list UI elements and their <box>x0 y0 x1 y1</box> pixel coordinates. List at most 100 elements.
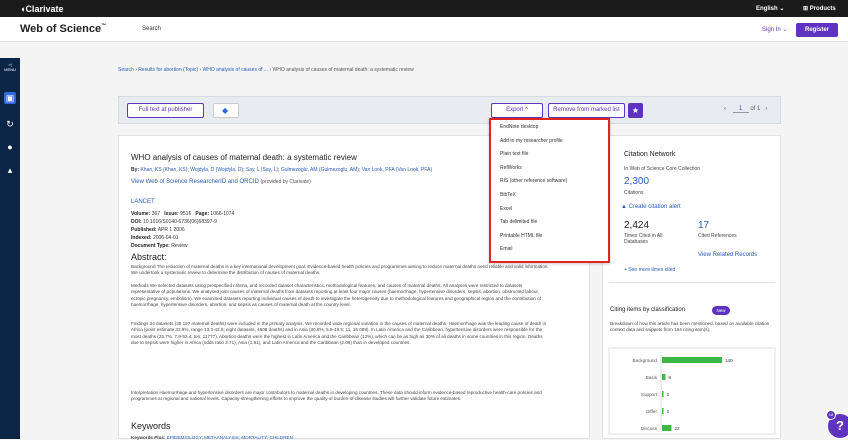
export-menu: EndNote desktop Add to my researcher prof… <box>489 118 610 263</box>
search-link[interactable]: Search <box>142 26 161 32</box>
export-option[interactable]: Printable HTML file <box>500 233 542 239</box>
times-cited-count: 2,424 <box>624 220 650 231</box>
export-option[interactable]: BibTeX <box>500 192 516 198</box>
category-label: Discuss <box>641 426 658 431</box>
classification-chart: Background 140 Basis 8 Support 2 Differ 2 Discus… <box>608 347 776 435</box>
bar[interactable] <box>662 374 666 380</box>
journal-link[interactable]: LANCET <box>131 199 155 205</box>
next-page-icon[interactable]: › <box>765 106 767 112</box>
export-option[interactable]: Tab delimited file <box>500 219 537 225</box>
sign-in-menu[interactable]: Sign In ⌄ <box>762 26 787 33</box>
citation-network-subtitle: In Web of Science Core Collection <box>624 166 701 172</box>
keyword-links[interactable]: EPIDEMIOLOGY; METAANALYSIS; MORTALITY; C… <box>167 435 293 440</box>
publisher-link-button[interactable]: ◆ <box>213 103 239 118</box>
bell-icon[interactable]: ▴ <box>4 164 16 176</box>
record-toolbar: Full text at publisher ◆ Export ^ Remove… <box>118 96 781 124</box>
author-link[interactable]: Van Look, PFA (Van Look, PFA) <box>362 167 432 173</box>
marked-list-icon[interactable]: ★ <box>628 103 643 118</box>
publisher-icon: ◆ <box>222 106 229 115</box>
clarivate-logo[interactable]: ◖Clarivate <box>20 4 63 14</box>
bar[interactable] <box>662 408 664 414</box>
bar[interactable] <box>662 357 722 363</box>
category-label: Background <box>632 358 657 363</box>
export-option[interactable]: Add to my researcher profile <box>500 138 563 144</box>
classification-title: Citing items by classification <box>610 307 686 313</box>
full-text-button[interactable]: Full text at publisher <box>127 103 204 118</box>
user-icon[interactable]: ● <box>4 141 16 153</box>
author-link[interactable]: Khan, KS (Khan, KS) <box>140 167 187 173</box>
abstract-interpretation: Interpretation Haemorrhage and hypertens… <box>131 390 542 402</box>
document-search-icon[interactable]: ▣ <box>4 92 16 104</box>
notification-badge: 18 <box>826 410 836 420</box>
indexed-line: Indexed: 2006-04-01 <box>131 235 179 241</box>
sidebar: >| MENU ▣ ↻ ● ▴ <box>0 58 20 439</box>
bar[interactable] <box>662 425 672 431</box>
grid-icon: ⊞ <box>803 6 809 12</box>
chevron-up-icon: ^ <box>525 107 528 113</box>
header: Web of Science™ Search Sign In ⌄ Registe… <box>0 17 848 42</box>
bar-value-label: 140 <box>725 358 733 363</box>
menu-toggle[interactable]: >| MENU <box>3 62 17 72</box>
chevron-down-icon: ⌄ <box>779 6 785 12</box>
doi-line: DOI: 10.1016/S0140-6736(06)68397-9 <box>131 219 217 225</box>
export-option[interactable]: RefWorks <box>500 165 522 171</box>
keywords-heading: Keywords <box>131 421 171 431</box>
create-alert-link[interactable]: ▲ Create citation alert <box>621 204 681 210</box>
cited-references-count[interactable]: 17 <box>698 220 709 231</box>
category-label: Support <box>641 392 658 397</box>
export-button[interactable]: Export ^ <box>491 103 543 118</box>
breadcrumb-analysis[interactable]: WHO analysis of causes of ... <box>203 67 269 73</box>
view-related-link[interactable]: View Related Records <box>698 252 757 258</box>
chevron-down-icon: ⌄ <box>782 27 788 33</box>
cited-references-label: Cited References <box>698 233 737 239</box>
register-button[interactable]: Register <box>796 23 838 37</box>
breadcrumb-current: WHO analysis of causes of maternal death… <box>272 67 414 73</box>
language-selector[interactable]: English ⌄ <box>756 5 784 12</box>
history-icon[interactable]: ↻ <box>4 118 16 130</box>
record-title: WHO analysis of causes of maternal death… <box>131 153 357 162</box>
view-orcid-link[interactable]: View Web of Science ResearcherID and ORC… <box>131 179 311 185</box>
keywords-plus: Keywords Plus: EPIDEMIOLOGY; METAANALYSI… <box>131 435 293 440</box>
citations-count[interactable]: 2,300 <box>624 176 649 187</box>
breadcrumb-search[interactable]: Search <box>118 67 134 73</box>
divider <box>609 282 775 283</box>
top-bar: ◖Clarivate English ⌄ ⊞ Products <box>0 0 848 17</box>
pagination: ‹ 1 of 1 › <box>724 106 768 113</box>
export-option[interactable]: Email <box>500 246 513 252</box>
author-link[interactable]: Gulmezoglu, AM (Gulmezoglu, AM) <box>281 167 359 173</box>
abstract-methods: Methods We selected datasets using presp… <box>131 283 541 308</box>
author-link[interactable]: Say, L (Say, L) <box>246 167 278 173</box>
breadcrumb-results[interactable]: Results for abortion (Topic) <box>138 67 198 73</box>
abstract-background: Background The reduction of maternal dea… <box>131 264 549 276</box>
export-option[interactable]: Plain text file <box>500 151 528 157</box>
export-option[interactable]: EndNote desktop <box>500 124 538 130</box>
citations-label: Citations <box>624 190 644 196</box>
new-badge: New <box>712 306 730 315</box>
abstract-heading: Abstract: <box>131 252 167 262</box>
export-option[interactable]: RIS (other reference software) <box>500 178 567 184</box>
classification-description: Breakdown of how this article has been m… <box>610 321 770 333</box>
bar-value-label: 22 <box>674 426 680 431</box>
page-input[interactable]: 1 <box>732 106 749 113</box>
abstract-findings: Findings 34 datasets (35 197 maternal de… <box>131 321 547 346</box>
times-cited-label: Times Cited in All Databases <box>624 233 663 245</box>
see-more-times-cited[interactable]: + See more times cited <box>624 267 675 273</box>
bell-icon: ▲ <box>621 204 627 210</box>
prev-page-icon[interactable]: ‹ <box>724 106 726 112</box>
export-option[interactable]: Excel <box>500 206 512 212</box>
citation-network-title: Citation Network <box>624 151 676 158</box>
remove-marked-button[interactable]: Remove from marked list <box>548 103 625 118</box>
products-menu[interactable]: ⊞ Products <box>803 5 836 12</box>
breadcrumb: Search › Results for abortion (Topic) › … <box>118 67 414 73</box>
author-link[interactable]: Wojdyla, D (Wojdyla, D) <box>190 167 243 173</box>
doctype-line: Document Type: Review <box>131 243 188 249</box>
volume-line: Volume: 367 Issue: 9516 Page: 1066-1074 <box>131 211 235 217</box>
product-logo[interactable]: Web of Science™ <box>20 23 106 35</box>
bar[interactable] <box>662 391 664 397</box>
bar-value-label: 8 <box>668 375 671 380</box>
category-label: Basis <box>646 375 658 380</box>
citation-panel: Citation Network In Web of Science Core … <box>602 135 781 439</box>
bar-value-label: 2 <box>667 392 670 397</box>
bar-value-label: 2 <box>667 409 670 414</box>
published-line: Published: APR 1 2006 <box>131 227 185 233</box>
